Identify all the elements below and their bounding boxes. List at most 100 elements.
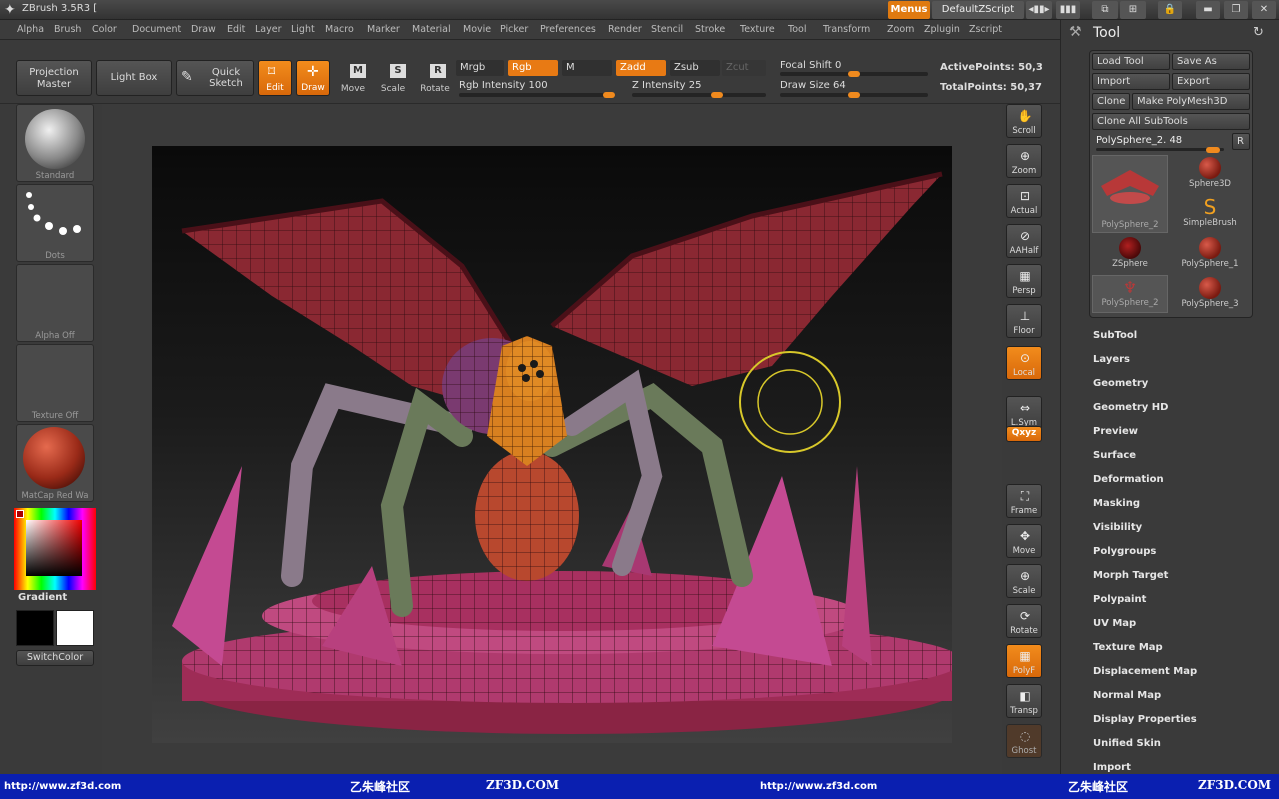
rgb-intensity-track[interactable] <box>459 92 615 98</box>
draw-size-knob[interactable] <box>848 92 860 98</box>
subpalette-normal-map[interactable]: Normal Map <box>1093 690 1161 701</box>
secondary-color-swatch[interactable] <box>56 610 94 646</box>
gradient-label[interactable]: Gradient <box>18 592 67 603</box>
make-polymesh3d-button[interactable]: Make PolyMesh3D <box>1132 93 1250 110</box>
menu-macro[interactable]: Macro <box>325 24 354 35</box>
load-tool-button[interactable]: Load Tool <box>1092 53 1170 70</box>
tool-tile-polysphere-2-large[interactable]: PolySphere_2 <box>1092 155 1168 233</box>
r-button[interactable]: R <box>1232 133 1250 150</box>
menu-picker[interactable]: Picker <box>500 24 528 35</box>
subpalette-surface[interactable]: Surface <box>1093 450 1136 461</box>
subpalette-geometry[interactable]: Geometry <box>1093 378 1148 389</box>
shelf-frame-button[interactable]: ⛶ Frame <box>1006 484 1042 518</box>
subpalette-deformation[interactable]: Deformation <box>1093 474 1164 485</box>
subpalette-uv-map[interactable]: UV Map <box>1093 618 1136 629</box>
menu-color[interactable]: Color <box>92 24 117 35</box>
shelf-persp-button[interactable]: ▦ Persp <box>1006 264 1042 298</box>
rgb-intensity-slider[interactable]: Rgb Intensity 100 <box>459 80 548 91</box>
alpha-picker[interactable]: Alpha Off <box>16 264 94 342</box>
export-button[interactable]: Export <box>1172 73 1250 90</box>
scale-button[interactable]: S Scale <box>376 62 410 96</box>
shelf-actual-button[interactable]: ⊡ Actual <box>1006 184 1042 218</box>
menu-light[interactable]: Light <box>291 24 315 35</box>
tool-tile-sphere3d[interactable]: Sphere3D <box>1172 155 1248 193</box>
shelf-local-button[interactable]: ⊙ Local <box>1006 346 1042 380</box>
tool-tile-polysphere-2[interactable]: ♆ PolySphere_2 <box>1092 275 1168 313</box>
draw-size-track[interactable] <box>780 92 928 98</box>
subpalette-unified-skin[interactable]: Unified Skin <box>1093 738 1161 749</box>
menu-zscript[interactable]: Zscript <box>969 24 1002 35</box>
zsub-toggle[interactable]: Zsub <box>670 60 720 76</box>
tool-tile-polysphere-1[interactable]: PolySphere_1 <box>1172 235 1248 273</box>
shelf-polyf-button[interactable]: ▦ PolyF <box>1006 644 1042 678</box>
subpalette-display-properties[interactable]: Display Properties <box>1093 714 1197 725</box>
stripe-icon[interactable]: ▮▮▮ <box>1056 1 1080 19</box>
maximize-icon[interactable]: ❐ <box>1224 1 1248 19</box>
tool-tile-zsphere[interactable]: ZSphere <box>1092 235 1168 273</box>
tool-tile-simplebrush[interactable]: S SimpleBrush <box>1172 195 1248 233</box>
draw-button[interactable]: ✛ Draw <box>296 60 330 96</box>
subpalette-displacement-map[interactable]: Displacement Map <box>1093 666 1197 677</box>
menu-marker[interactable]: Marker <box>367 24 400 35</box>
move-button[interactable]: M Move <box>336 62 370 96</box>
menu-material[interactable]: Material <box>412 24 451 35</box>
current-tool-slider[interactable] <box>1096 147 1224 153</box>
rgb-toggle[interactable]: Rgb <box>508 60 558 76</box>
menu-alpha[interactable]: Alpha <box>17 24 44 35</box>
m-toggle[interactable]: M <box>562 60 612 76</box>
subpalette-visibility[interactable]: Visibility <box>1093 522 1142 533</box>
menus-button[interactable]: Menus <box>888 1 930 19</box>
draw-size-slider[interactable]: Draw Size 64 <box>780 80 846 91</box>
subpalette-polypaint[interactable]: Polypaint <box>1093 594 1146 605</box>
tool-palette-header[interactable]: ⚒ Tool ↻ <box>1065 22 1275 44</box>
layout-slider-icon[interactable]: ◂▮▮▸ <box>1026 1 1052 19</box>
subpalette-polygroups[interactable]: Polygroups <box>1093 546 1156 557</box>
tool-tile-polysphere-3[interactable]: PolySphere_3 <box>1172 275 1248 313</box>
subpalette-morph-target[interactable]: Morph Target <box>1093 570 1168 581</box>
xyz-symmetry-toggle[interactable]: Qxyz <box>1006 426 1042 442</box>
shelf-move-button[interactable]: ✥ Move <box>1006 524 1042 558</box>
switch-color-button[interactable]: SwitchColor <box>16 650 94 666</box>
subpalette-texture-map[interactable]: Texture Map <box>1093 642 1163 653</box>
focal-shift-slider[interactable]: Focal Shift 0 <box>780 60 841 71</box>
zcut-toggle[interactable]: Zcut <box>722 60 766 76</box>
focal-shift-knob[interactable] <box>848 71 860 77</box>
shelf-scroll-button[interactable]: ✋ Scroll <box>1006 104 1042 138</box>
menu-preferences[interactable]: Preferences <box>540 24 596 35</box>
shelf-zoom-button[interactable]: ⊕ Zoom <box>1006 144 1042 178</box>
shelf-rotate-button[interactable]: ⟳ Rotate <box>1006 604 1042 638</box>
quick-sketch-button[interactable]: ✎ Quick Sketch <box>176 60 254 96</box>
edit-button[interactable]: ⌑ Edit <box>258 60 292 96</box>
window-layout-icon[interactable]: ⧉ <box>1092 1 1118 19</box>
menu-layer[interactable]: Layer <box>255 24 282 35</box>
texture-picker[interactable]: Texture Off <box>16 344 94 422</box>
menu-texture[interactable]: Texture <box>740 24 775 35</box>
model-viewport[interactable] <box>152 146 952 743</box>
document-canvas[interactable] <box>152 146 952 743</box>
shelf-floor-button[interactable]: ⊥ Floor <box>1006 304 1042 338</box>
default-zscript-button[interactable]: DefaultZScript <box>932 1 1024 19</box>
close-icon[interactable]: ✕ <box>1252 1 1276 19</box>
focal-shift-track[interactable] <box>780 71 928 77</box>
menu-tool[interactable]: Tool <box>788 24 806 35</box>
z-intensity-knob[interactable] <box>710 92 723 98</box>
z-intensity-track[interactable] <box>632 92 766 98</box>
menu-stroke[interactable]: Stroke <box>695 24 725 35</box>
light-box-button[interactable]: Light Box <box>96 60 172 96</box>
subpalette-layers[interactable]: Layers <box>1093 354 1130 365</box>
current-tool-knob[interactable] <box>1206 147 1220 153</box>
subpalette-preview[interactable]: Preview <box>1093 426 1138 437</box>
rgb-intensity-knob[interactable] <box>603 92 615 98</box>
subpalette-subtool[interactable]: SubTool <box>1093 330 1137 341</box>
clone-button[interactable]: Clone <box>1092 93 1130 110</box>
shelf-scale-button[interactable]: ⊕ Scale <box>1006 564 1042 598</box>
rotate-button[interactable]: R Rotate <box>418 62 452 96</box>
clone-all-subtools-button[interactable]: Clone All SubTools <box>1092 113 1250 130</box>
brush-picker[interactable]: Standard <box>16 104 94 182</box>
import-button[interactable]: Import <box>1092 73 1170 90</box>
color-saturation-square[interactable] <box>26 520 82 576</box>
window-split-icon[interactable]: ⊞ <box>1120 1 1146 19</box>
material-picker[interactable]: MatCap Red Wa <box>16 424 94 502</box>
z-intensity-slider[interactable]: Z Intensity 25 <box>632 80 701 91</box>
minimize-icon[interactable]: ▬ <box>1196 1 1220 19</box>
